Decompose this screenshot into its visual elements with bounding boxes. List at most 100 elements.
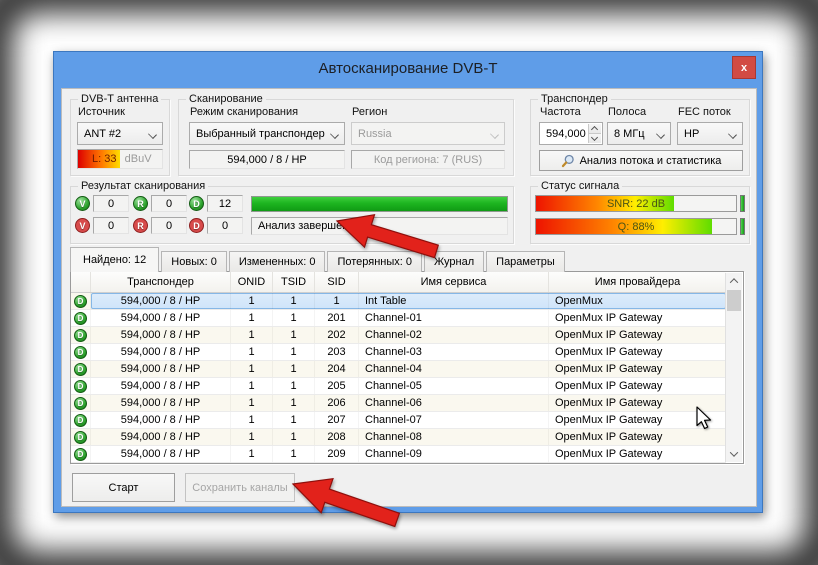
frequency-spinner[interactable]: 594,000 [539, 122, 603, 145]
cell-sid: 1 [315, 293, 359, 309]
antenna-group: DVB-T антенна Источник ANT #2 L: 33 dBuV [70, 99, 170, 176]
cell-tsid: 1 [273, 395, 315, 411]
antenna-group-title: DVB-T антенна [78, 93, 161, 105]
vertical-scrollbar[interactable] [725, 273, 742, 462]
cell-onid: 1 [231, 412, 273, 428]
tab-2[interactable]: Измененных: 0 [229, 251, 326, 272]
tab-0[interactable]: Найдено: 12 [70, 247, 159, 272]
cell-provider: OpenMux [549, 293, 726, 309]
col-icon[interactable] [71, 272, 91, 292]
quality-bar: Q: 88% [535, 218, 737, 235]
table-row-7[interactable]: D 594,000 / 8 / HP 1 1 207 Channel-07 Op… [71, 412, 726, 429]
cell-sid: 203 [315, 344, 359, 360]
bandwidth-select[interactable]: 8 МГц [607, 122, 671, 145]
cell-transponder: 594,000 / 8 / HP [91, 429, 231, 445]
table-row-8[interactable]: D 594,000 / 8 / HP 1 1 208 Channel-08 Op… [71, 429, 726, 446]
dvb-service-icon: D [74, 363, 87, 376]
tab-5[interactable]: Параметры [486, 251, 565, 272]
table-row-3[interactable]: D 594,000 / 8 / HP 1 1 203 Channel-03 Op… [71, 344, 726, 361]
transponder-group-title: Транспондер [538, 93, 611, 105]
table-row-6[interactable]: D 594,000 / 8 / HP 1 1 206 Channel-06 Op… [71, 395, 726, 412]
dvb-service-icon: D [74, 431, 87, 444]
d-green-badge-icon: D [189, 196, 204, 211]
table-row-9[interactable]: D 594,000 / 8 / HP 1 1 209 Channel-09 Op… [71, 446, 726, 463]
col-service[interactable]: Имя сервиса [359, 272, 549, 292]
col-transponder[interactable]: Транспондер [91, 272, 231, 292]
cell-service: Channel-08 [359, 429, 549, 445]
fec-label: FEC поток [678, 106, 731, 118]
spin-down-icon[interactable] [589, 134, 601, 143]
chevron-down-icon [656, 130, 665, 139]
cell-transponder: 594,000 / 8 / HP [91, 395, 231, 411]
cell-onid: 1 [231, 378, 273, 394]
cell-tsid: 1 [273, 293, 315, 309]
analyze-stream-button[interactable]: Анализ потока и статистика [539, 150, 743, 171]
signal-level-unit: dBuV [122, 150, 152, 168]
table-row-0[interactable]: D 594,000 / 8 / HP 1 1 1 Int Table OpenM… [71, 293, 726, 310]
close-button[interactable]: x [732, 56, 756, 79]
scan-mode-value: Выбранный транспондер [196, 128, 325, 140]
region-select[interactable]: Russia [351, 122, 505, 145]
cell-tsid: 1 [273, 344, 315, 360]
col-onid[interactable]: ONID [231, 272, 273, 292]
cell-onid: 1 [231, 293, 273, 309]
cell-service: Channel-02 [359, 327, 549, 343]
cell-tsid: 1 [273, 310, 315, 326]
dialog-body: DVB-T антенна Источник ANT #2 L: 33 dBuV… [61, 88, 757, 507]
col-tsid[interactable]: TSID [273, 272, 315, 292]
dvb-service-icon: D [74, 295, 87, 308]
cell-transponder: 594,000 / 8 / HP [91, 378, 231, 394]
scroll-down-icon[interactable] [726, 446, 742, 462]
counter-field: 0 [207, 217, 243, 234]
mouse-cursor-icon [694, 406, 714, 430]
cell-service: Channel-01 [359, 310, 549, 326]
cell-onid: 1 [231, 429, 273, 445]
chevron-down-icon [330, 130, 339, 139]
col-sid[interactable]: SID [315, 272, 359, 292]
tab-1[interactable]: Новых: 0 [161, 251, 227, 272]
dvb-service-icon: D [74, 380, 87, 393]
close-icon: x [741, 62, 747, 74]
title-bar[interactable]: Автосканирование DVB-T x [54, 52, 762, 88]
scroll-thumb[interactable] [727, 290, 741, 311]
scan-mode-select[interactable]: Выбранный транспондер [189, 122, 345, 145]
frequency-label: Частота [540, 106, 581, 118]
bandwidth-label: Полоса [608, 106, 646, 118]
bandwidth-value: 8 МГц [614, 128, 645, 140]
cell-provider: OpenMux IP Gateway [549, 446, 726, 462]
screenshot-stage: Автосканирование DVB-T x DVB-T антенна И… [0, 0, 818, 565]
cell-transponder: 594,000 / 8 / HP [91, 310, 231, 326]
scan-group-title: Сканирование [186, 93, 266, 105]
start-button[interactable]: Старт [72, 473, 175, 502]
scan-mode-label: Режим сканирования [190, 106, 298, 118]
source-value: ANT #2 [84, 128, 121, 140]
channel-table: Транспондер ONID TSID SID Имя сервиса Им… [70, 271, 744, 464]
region-code-readout: Код региона: 7 (RUS) [351, 150, 505, 169]
cell-transponder: 594,000 / 8 / HP [91, 293, 231, 309]
cell-onid: 1 [231, 361, 273, 377]
window-title: Автосканирование DVB-T [54, 60, 762, 77]
col-provider[interactable]: Имя провайдера [549, 272, 726, 292]
signal-status-group: Статус сигнала SNR: 22 dB Q: 88% [530, 186, 750, 244]
spinner-buttons[interactable] [588, 124, 601, 143]
fec-select[interactable]: HP [677, 122, 743, 145]
cell-onid: 1 [231, 327, 273, 343]
scan-result-group-title: Результат сканирования [78, 180, 208, 192]
magnifier-icon [561, 154, 575, 168]
table-row-1[interactable]: D 594,000 / 8 / HP 1 1 201 Channel-01 Op… [71, 310, 726, 327]
spin-up-icon[interactable] [589, 124, 601, 134]
cell-provider: OpenMux IP Gateway [549, 361, 726, 377]
counter-field: 12 [207, 195, 243, 212]
table-row-2[interactable]: D 594,000 / 8 / HP 1 1 202 Channel-02 Op… [71, 327, 726, 344]
signal-level-text: L: 33 [92, 150, 116, 168]
source-select[interactable]: ANT #2 [77, 122, 163, 145]
cell-onid: 1 [231, 446, 273, 462]
source-label: Источник [78, 106, 125, 118]
transponder-readout: 594,000 / 8 / HP [189, 150, 345, 169]
scroll-up-icon[interactable] [726, 273, 742, 289]
cell-tsid: 1 [273, 327, 315, 343]
table-row-4[interactable]: D 594,000 / 8 / HP 1 1 204 Channel-04 Op… [71, 361, 726, 378]
cell-sid: 208 [315, 429, 359, 445]
table-row-5[interactable]: D 594,000 / 8 / HP 1 1 205 Channel-05 Op… [71, 378, 726, 395]
save-channels-button[interactable]: Сохранить каналы [185, 473, 295, 502]
